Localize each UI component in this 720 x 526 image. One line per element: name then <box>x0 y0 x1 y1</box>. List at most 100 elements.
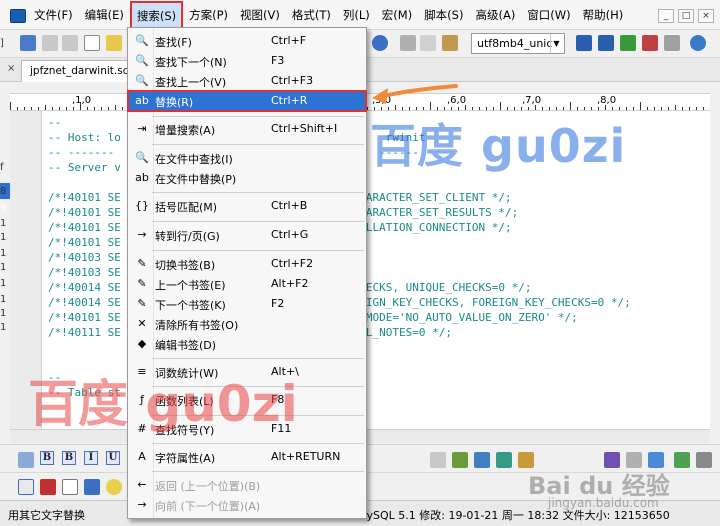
code-line: /*!40103 SE <box>48 266 121 279</box>
new-file-icon[interactable] <box>84 35 100 51</box>
close-button[interactable]: × <box>698 9 714 23</box>
code-line: -- Server v <box>48 161 121 174</box>
color-icon[interactable] <box>452 452 468 468</box>
menu-separator <box>152 221 364 222</box>
menu-advanced[interactable]: 高级(A) <box>469 0 521 30</box>
html-tag-icon[interactable] <box>18 452 34 468</box>
ruler-tick <box>647 107 648 110</box>
yahoo-icon[interactable] <box>40 479 56 495</box>
print-icon[interactable] <box>664 35 680 51</box>
menu-item-edit-bookmarks[interactable]: ◆ 编辑书签(D) <box>128 334 366 354</box>
menu-help[interactable]: 帮助(H) <box>577 0 630 30</box>
character-properties-icon: A <box>138 450 146 463</box>
menu-file[interactable]: 文件(F) <box>28 0 79 30</box>
menu-item-replace-in-files[interactable]: ab 在文件中替换(P) <box>128 168 366 188</box>
more-icon[interactable] <box>696 452 712 468</box>
help-icon[interactable] <box>690 35 706 51</box>
minimize-button[interactable]: _ <box>658 9 674 23</box>
ruler-tick <box>122 107 123 110</box>
ruler-tick <box>682 107 683 110</box>
maximize-button[interactable]: □ <box>678 9 694 23</box>
menu-macro[interactable]: 宏(M) <box>376 0 418 30</box>
reference-icon[interactable] <box>84 479 100 495</box>
copy-icon[interactable] <box>420 35 436 51</box>
open-folder-icon[interactable] <box>106 35 122 51</box>
left-edge-mark: 1 <box>0 322 7 333</box>
back-icon[interactable] <box>42 35 58 51</box>
wikipedia-icon[interactable] <box>62 479 78 495</box>
menu-item-bracket-match[interactable]: {} 括号匹配(M) Ctrl+B <box>128 196 366 216</box>
menu-item-previous-bookmark[interactable]: ✎ 上一个书签(E) Alt+F2 <box>128 274 366 294</box>
tab-close-icon[interactable]: × <box>7 63 15 74</box>
format-icon[interactable] <box>430 452 446 468</box>
project-icon[interactable] <box>20 35 36 51</box>
menu-item-shortcut: F3 <box>271 54 285 67</box>
find-icon[interactable] <box>576 35 592 51</box>
menu-item-incremental-search[interactable]: ⇥ 增量搜索(A) Ctrl+Shift+I <box>128 119 366 139</box>
menu-item-find[interactable]: 🔍 查找(F) Ctrl+F <box>128 31 366 51</box>
menu-item-label: 查找(F) <box>155 36 192 49</box>
ruler-tick <box>31 107 32 110</box>
baidu-url: jingyan.baidu.com <box>548 496 659 510</box>
menu-format[interactable]: 格式(T) <box>286 0 337 30</box>
menu-item-next-bookmark[interactable]: ✎ 下一个书签(K) F2 <box>128 294 366 314</box>
search-menu-dropdown: 🔍 查找(F) Ctrl+F 🔍 查找下一个(N) F3 🔍 查找上一个(V) Ctrl+F3 a… <box>127 27 367 519</box>
menu-search[interactable]: 搜索(S) <box>129 1 184 29</box>
find-previous-icon: 🔍 <box>135 74 149 87</box>
left-edge-mark: 1 <box>0 278 7 289</box>
menu-item-label: 切换书签(B) <box>155 259 216 272</box>
goto-line-icon: → <box>137 228 147 241</box>
globe-icon[interactable] <box>372 35 388 51</box>
menu-project[interactable]: 方案(P) <box>183 0 234 30</box>
menu-item-clear-bookmarks[interactable]: ✕ 清除所有书签(O) <box>128 314 366 334</box>
ruler-tick <box>94 107 95 110</box>
menu-item-replace[interactable]: ab 替换(R) Ctrl+R <box>127 90 367 112</box>
encoding-select[interactable]: utf8mb4_unic ▼ <box>471 33 565 54</box>
menu-item-go-forward[interactable]: → 向前 (下一个位置)(A) <box>128 495 366 515</box>
menu-item-shortcut: F2 <box>271 297 285 310</box>
menu-item-find-next[interactable]: 🔍 查找下一个(N) F3 <box>128 51 366 71</box>
menu-window[interactable]: 窗口(W) <box>521 0 576 30</box>
paste-icon[interactable] <box>442 35 458 51</box>
code-line: -- <box>48 116 62 129</box>
menu-item-character-properties[interactable]: A 字符属性(A) Alt+RETURN <box>128 447 366 467</box>
preview-icon[interactable] <box>674 452 690 468</box>
lightbulb-icon[interactable] <box>106 479 122 495</box>
menu-view[interactable]: 视图(V) <box>234 0 286 30</box>
strong-button[interactable]: B <box>62 451 76 465</box>
menu-item-find-in-files[interactable]: 🔍 在文件中查找(I) <box>128 148 366 168</box>
find-prev-icon[interactable] <box>620 35 636 51</box>
encoding-value: utf8mb4_unic <box>477 37 553 50</box>
cut-icon[interactable] <box>400 35 416 51</box>
menu-item-shortcut: Ctrl+B <box>271 199 308 212</box>
bold-button[interactable]: B <box>40 451 54 465</box>
italic-button[interactable]: I <box>84 451 98 465</box>
tab-file[interactable]: jpfznet_darwinit.sql* <box>21 60 145 82</box>
menu-item-label: 括号匹配(M) <box>155 201 218 214</box>
menu-item-find-previous[interactable]: 🔍 查找上一个(V) Ctrl+F3 <box>128 71 366 91</box>
menu-item-toggle-bookmark[interactable]: ✎ 切换书签(B) Ctrl+F2 <box>128 254 366 274</box>
menu-separator <box>152 250 364 251</box>
menu-edit[interactable]: 编辑(E) <box>79 0 130 30</box>
go-back-icon: ← <box>137 478 147 491</box>
menu-item-label: 上一个书签(E) <box>155 279 226 292</box>
ruler-tick <box>17 107 18 110</box>
forward-icon[interactable] <box>62 35 78 51</box>
image-icon[interactable] <box>474 452 490 468</box>
menu-item-goto-line[interactable]: → 转到行/页(G) Ctrl+G <box>128 225 366 245</box>
code-line: /*!40101 SE <box>48 236 121 249</box>
underline-button[interactable]: U <box>106 451 120 465</box>
replace-icon[interactable] <box>642 35 658 51</box>
table-icon[interactable] <box>496 452 512 468</box>
menu-item-go-back[interactable]: ← 返回 (上一个位置)(B) <box>128 475 366 495</box>
google-icon[interactable] <box>18 479 34 495</box>
find-next-icon[interactable] <box>598 35 614 51</box>
menu-item-label: 在文件中替换(P) <box>155 173 237 186</box>
menu-items: 文件(F) 编辑(E) 搜索(S) 方案(P) 视图(V) 格式(T) 列(L)… <box>28 0 629 30</box>
menu-item-label: 向前 (下一个位置)(A) <box>155 500 261 513</box>
menu-item-shortcut: Ctrl+Shift+I <box>271 122 338 135</box>
menu-script[interactable]: 脚本(S) <box>418 0 469 30</box>
menu-item-label: 在文件中查找(I) <box>155 153 233 166</box>
menu-column[interactable]: 列(L) <box>337 0 376 30</box>
left-edge-mark: f <box>0 162 4 173</box>
